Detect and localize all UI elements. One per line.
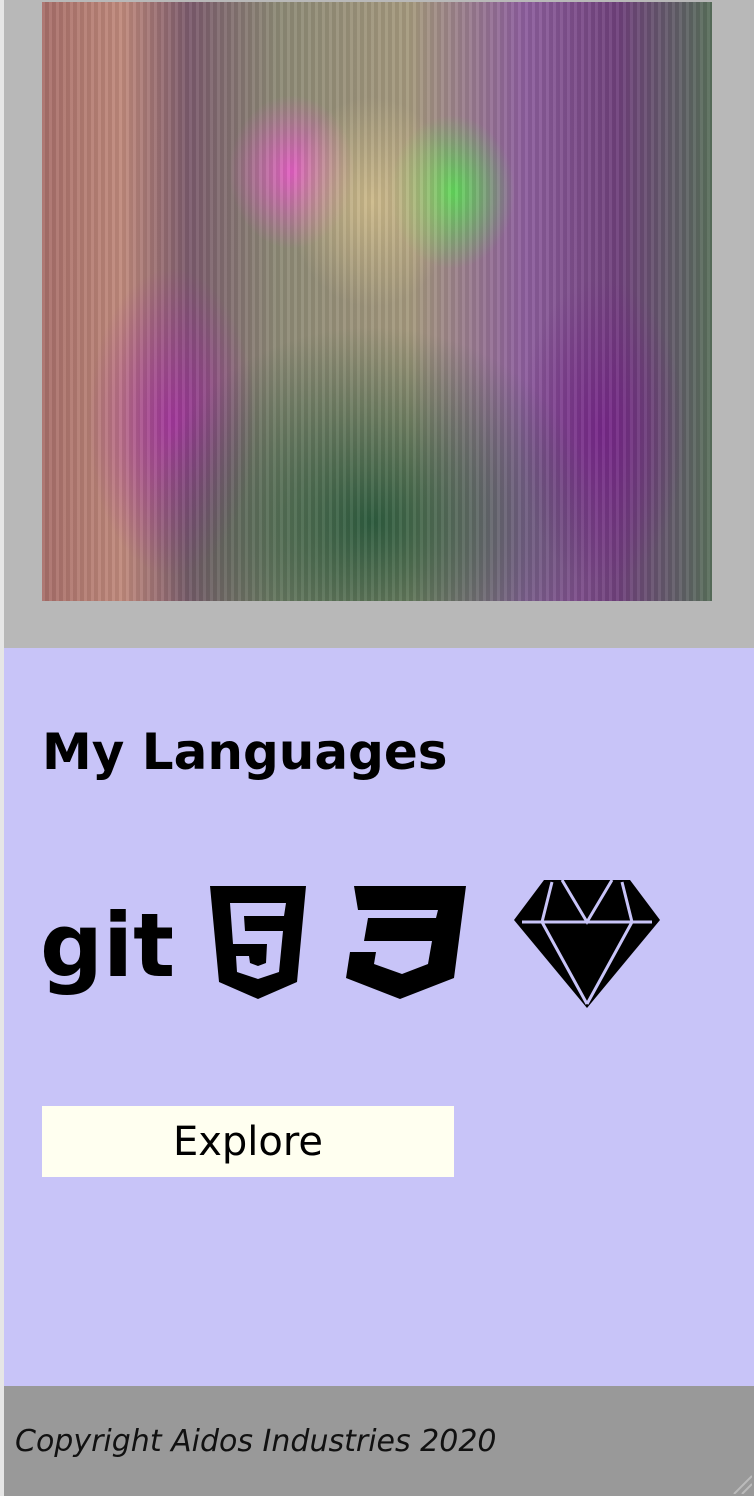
git-icon: git bbox=[40, 896, 172, 997]
footer: Copyright Aidos Industries 2020 bbox=[4, 1386, 754, 1496]
language-icons: git bbox=[40, 878, 680, 1008]
profile-photo bbox=[42, 2, 712, 601]
ruby-gem-icon bbox=[514, 880, 660, 1008]
languages-heading: My Languages bbox=[42, 723, 448, 781]
html5-icon bbox=[210, 886, 306, 999]
resize-grip-icon[interactable] bbox=[726, 1468, 752, 1494]
copyright-text: Copyright Aidos Industries 2020 bbox=[15, 1424, 497, 1459]
explore-button[interactable]: Explore bbox=[42, 1106, 454, 1177]
css3-icon bbox=[346, 886, 466, 999]
languages-section: My Languages git Explore bbox=[4, 648, 754, 1386]
profile-section bbox=[4, 0, 754, 648]
git-logo-text: git bbox=[40, 896, 172, 997]
